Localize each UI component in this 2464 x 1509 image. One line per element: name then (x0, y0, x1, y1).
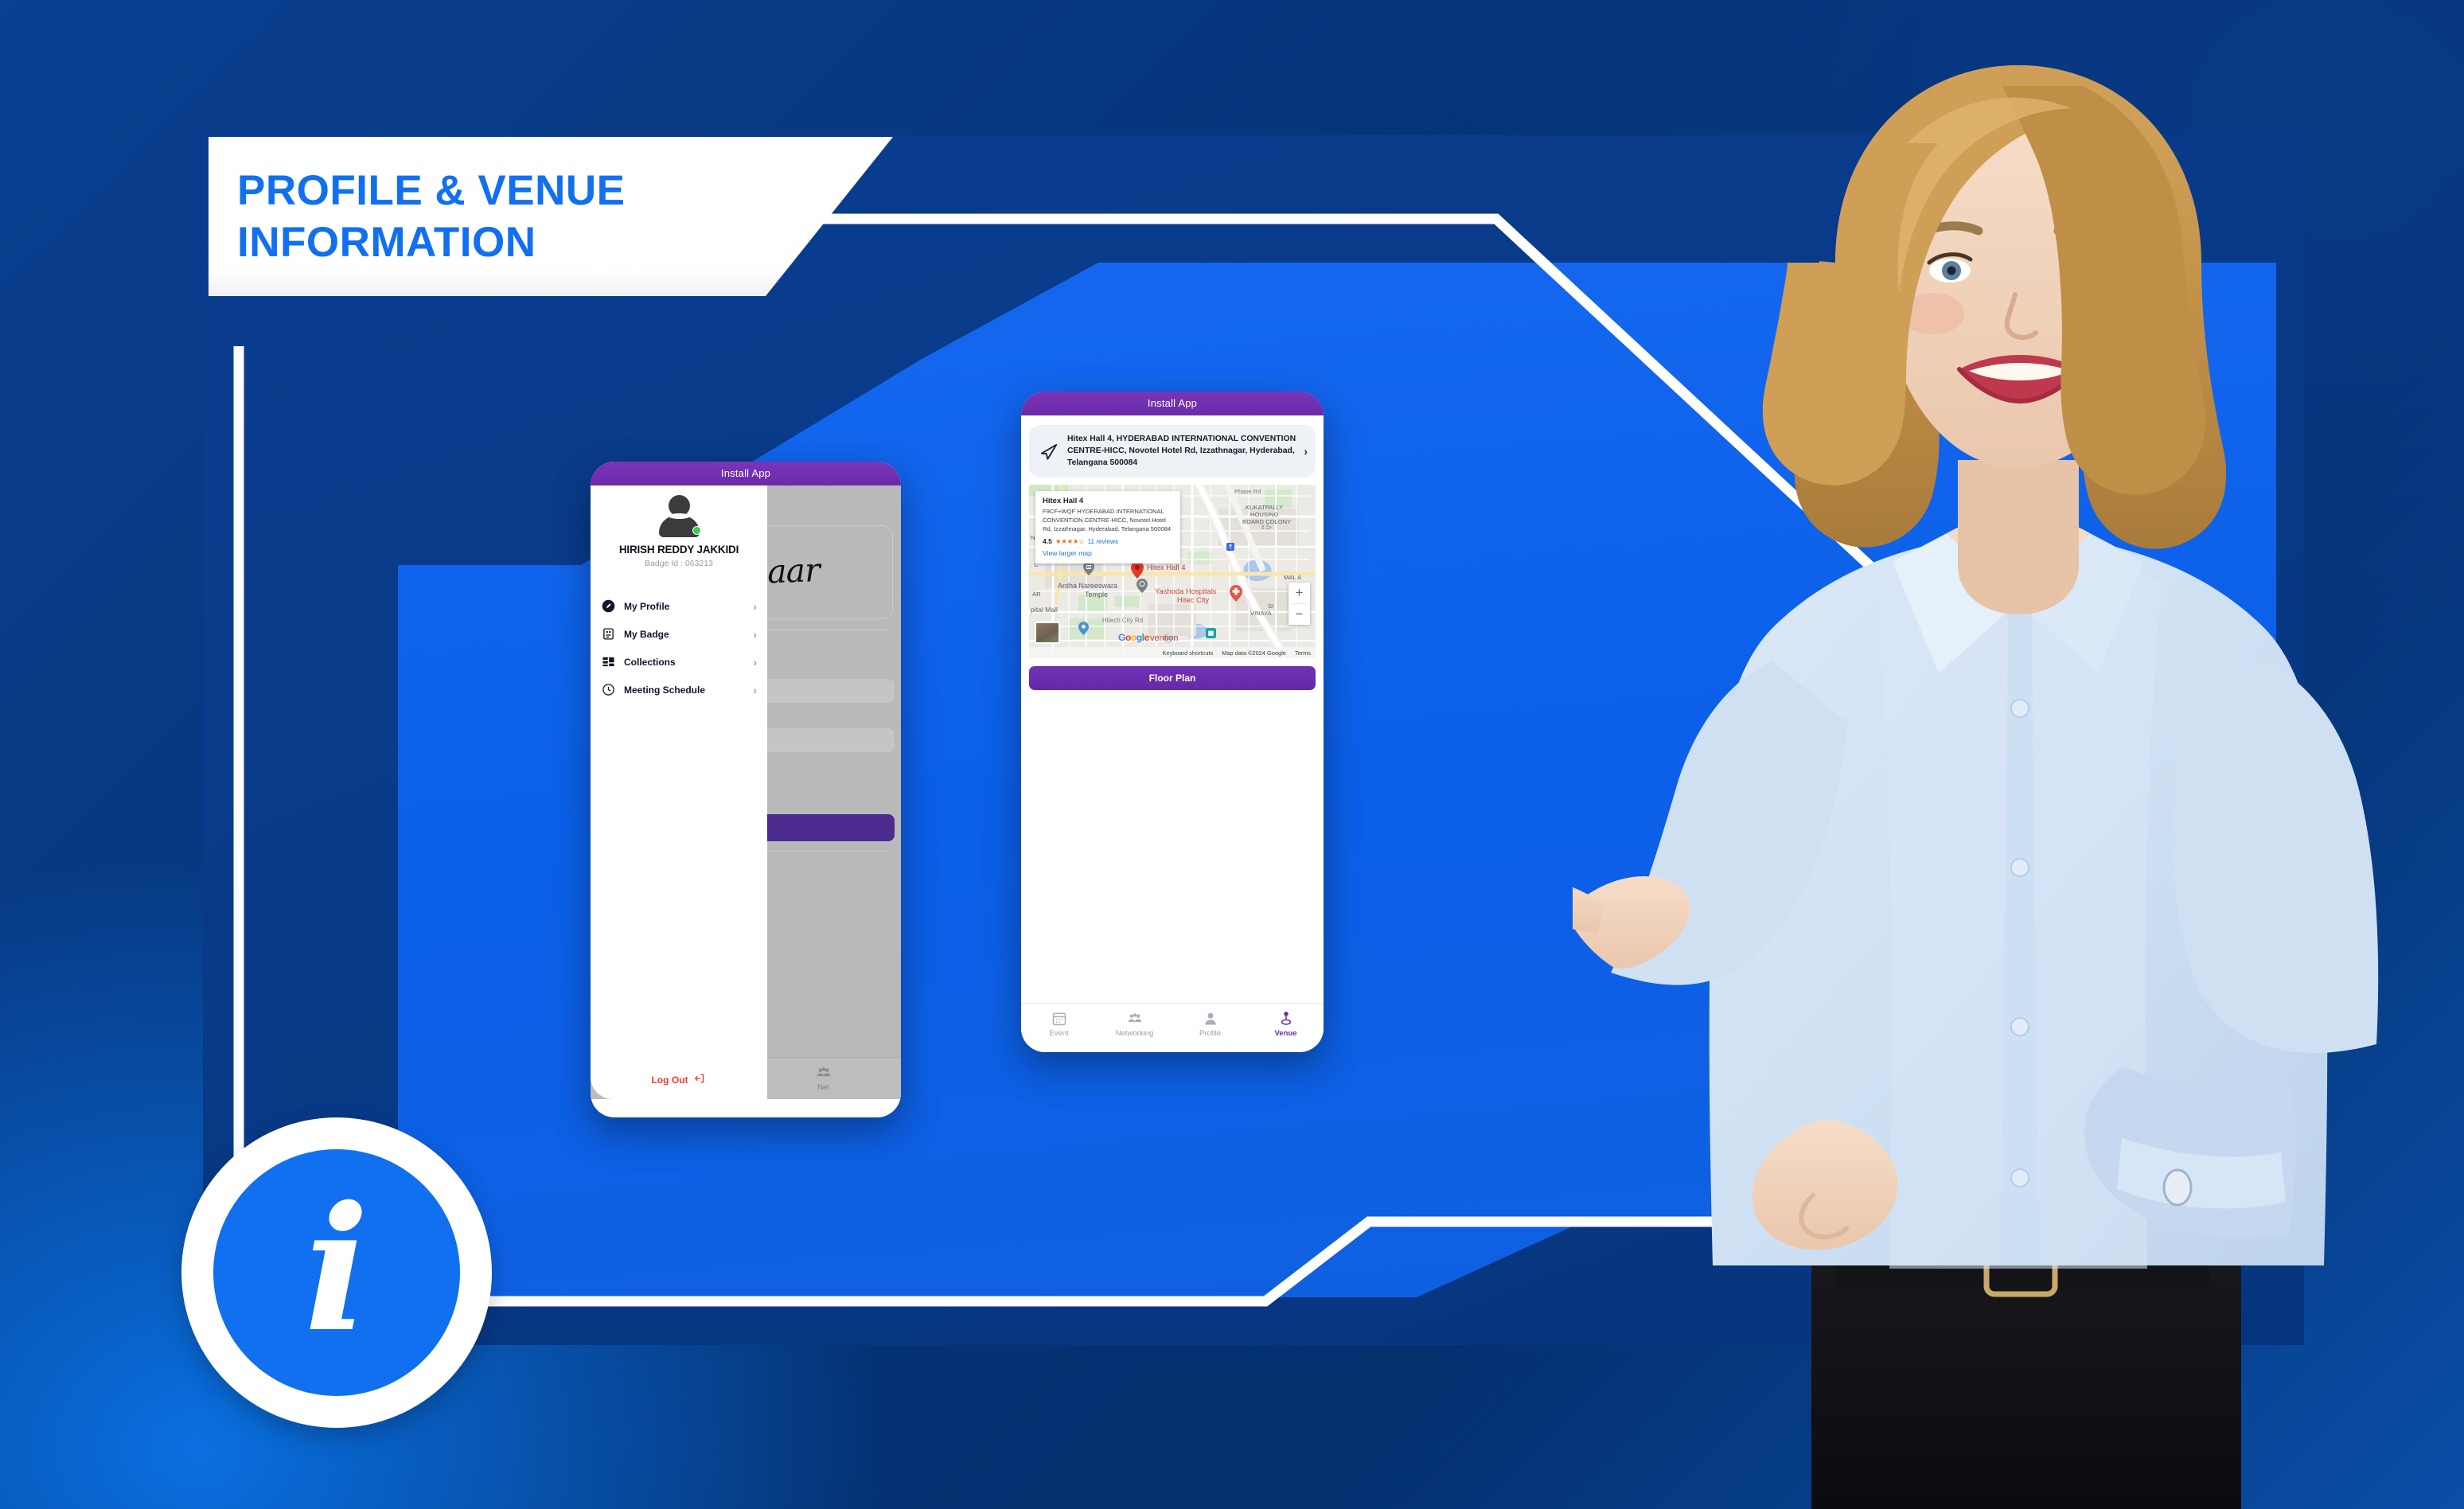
logout-label: Log Out (651, 1074, 688, 1086)
menu-label-meeting-schedule: Meeting Schedule (624, 684, 706, 696)
map-label: HOUSING (1250, 511, 1279, 519)
nav-label-event: Event (1049, 1029, 1069, 1038)
phone-mockup-venue: Install App Hitex Hall 4, HYDERABAD INTE… (1021, 392, 1324, 1052)
badge-card-icon (602, 627, 615, 641)
venue-address-text: Hitex Hall 4, HYDERABAD INTERNATIONAL CO… (1067, 435, 1296, 467)
floor-plan-button[interactable]: Floor Plan (1029, 666, 1316, 691)
drawer-menu: My Profile › My Badge › Collections › Me… (591, 592, 767, 704)
chevron-right-icon: › (753, 599, 757, 613)
map-place-title: Hitex Hall 4 (1043, 497, 1084, 506)
zoom-out-button[interactable]: − (1289, 604, 1310, 625)
map-label: Yashoda Hospitals (1155, 587, 1217, 596)
avatar-container (591, 485, 767, 537)
zoom-in-button[interactable]: + (1289, 583, 1310, 603)
logout-icon (693, 1072, 706, 1087)
map-label: BOARD COLONY (1242, 518, 1292, 526)
rating-stars: ★★★★☆ (1055, 536, 1085, 545)
map-label: KUKATPALLY (1246, 504, 1284, 512)
menu-item-meeting-schedule[interactable]: Meeting Schedule › (591, 676, 767, 704)
person-icon (1203, 1011, 1218, 1027)
chevron-right-icon: › (1304, 445, 1308, 458)
map-label: కి హ్ (1261, 525, 1272, 532)
nav-item-event[interactable]: Event (1021, 1011, 1097, 1038)
map-label: VINAYA (1250, 610, 1272, 618)
map-label: SI (1268, 602, 1274, 610)
people-icon (1127, 1011, 1143, 1027)
navigation-arrow-icon (1039, 441, 1059, 462)
info-badge-circle: i (213, 1149, 460, 1396)
map-label: MAL A (1284, 574, 1302, 582)
poi-museum-icon (1083, 561, 1094, 579)
avatar[interactable] (655, 495, 703, 537)
logout-button[interactable]: Log Out (591, 1072, 767, 1099)
info-badge: i (181, 1117, 492, 1428)
terms-link[interactable]: Terms (1295, 649, 1311, 657)
nav-item-venue[interactable]: Venue (1248, 1011, 1324, 1038)
street-view-thumbnail[interactable] (1035, 622, 1060, 645)
map-zoom-controls[interactable]: + − (1289, 583, 1310, 626)
reviews-link[interactable]: 11 reviews (1088, 538, 1119, 545)
menu-item-my-badge[interactable]: My Badge › (591, 620, 767, 648)
menu-label-collections: Collections (624, 656, 676, 668)
poi-mall-icon (1078, 622, 1089, 639)
map-label-vention: vention (1150, 634, 1179, 644)
phone-mockup-profile: Install App About Agenda S ✿ Kalikaar Fe… (591, 462, 901, 1117)
map-label: Hitec City (1177, 595, 1210, 605)
google-logo: Google (1118, 632, 1149, 644)
chevron-right-icon: › (753, 683, 757, 696)
map-place-card: Hitex Hall 4 F9CF+WQF HYDERABAD INTERNAT… (1035, 491, 1180, 563)
nav-item-networking[interactable]: Net (746, 1065, 901, 1092)
location-pin-icon (1278, 1011, 1294, 1027)
nav-item-networking[interactable]: Networking (1097, 1011, 1172, 1038)
install-app-bar-1[interactable]: Install App (591, 462, 901, 485)
poi-temple-icon (1136, 579, 1148, 597)
clock-icon (602, 683, 615, 696)
view-larger-map-link[interactable]: View larger map (1043, 549, 1173, 557)
profile-badge-id: Badge Id : 063213 (645, 559, 713, 568)
nav-label-venue: Venue (1274, 1029, 1297, 1038)
people-icon (816, 1065, 832, 1081)
map-place-address: F9CF+WQF HYDERABAD INTERNATIONAL CONVENT… (1043, 508, 1172, 532)
chevron-right-icon: › (753, 627, 757, 641)
menu-item-collections[interactable]: Collections › (591, 648, 767, 676)
online-status-dot (692, 526, 701, 535)
keyboard-shortcuts-link[interactable]: Keyboard shortcuts (1163, 649, 1214, 657)
map-place-rating: 4.5 ★★★★☆ 11 reviews (1043, 537, 1173, 546)
profile-drawer: HIRISH REDDY JAKKIDI Badge Id : 063213 M… (591, 485, 767, 1099)
map-label: pital Mall (1031, 606, 1058, 614)
venue-map[interactable]: KUKATPALLYHOUSINGBOARD COLONYకి హ్ MAL A T… (1029, 485, 1316, 659)
map-label: Phase Rd (1234, 488, 1261, 496)
menu-item-my-profile[interactable]: My Profile › (591, 592, 767, 620)
map-pin-label: Hitex Hall 4 (1147, 563, 1186, 573)
nav-label-profile: Profile (1199, 1029, 1221, 1038)
map-label: Hitech City Rd (1102, 617, 1144, 625)
menu-label-my-profile: My Profile (624, 600, 670, 612)
menu-label-my-badge: My Badge (624, 628, 669, 640)
nav-label-networking: Networking (1115, 1029, 1154, 1038)
rating-score: 4.5 (1043, 537, 1052, 546)
map-footer: Keyboard shortcuts Map data ©2024 Google… (1029, 647, 1316, 659)
install-app-bar-2[interactable]: Install App (1021, 392, 1324, 415)
venue-address-card[interactable]: Hitex Hall 4, HYDERABAD INTERNATIONAL CO… (1029, 425, 1316, 478)
profile-name: HIRISH REDDY JAKKIDI (618, 544, 739, 556)
chevron-right-icon: › (753, 655, 757, 669)
nav-label-networking: Net (817, 1083, 829, 1092)
calendar-icon (1051, 1011, 1067, 1027)
poi-transit-icon: ₹ (1226, 540, 1234, 555)
info-icon: i (304, 1168, 369, 1371)
edit-pencil-icon (602, 599, 615, 613)
map-label: Ardha Nareeswara (1058, 582, 1118, 591)
poi-convention-icon (1206, 628, 1216, 642)
svg-text:₹: ₹ (1229, 544, 1233, 551)
bottom-nav-venue: Event Networking Profile Venue (1021, 1003, 1324, 1045)
map-label: AR (1032, 591, 1041, 599)
map-data-attribution: Map data ©2024 Google (1222, 649, 1286, 657)
grid-collections-icon (602, 655, 615, 669)
poi-hospital-icon (1230, 585, 1242, 606)
slide-title-line-1: PROFILE & VENUE (237, 166, 626, 214)
nav-item-profile[interactable]: Profile (1172, 1011, 1248, 1038)
map-label: Temple (1085, 591, 1109, 599)
location-pin-icon (1131, 561, 1144, 579)
